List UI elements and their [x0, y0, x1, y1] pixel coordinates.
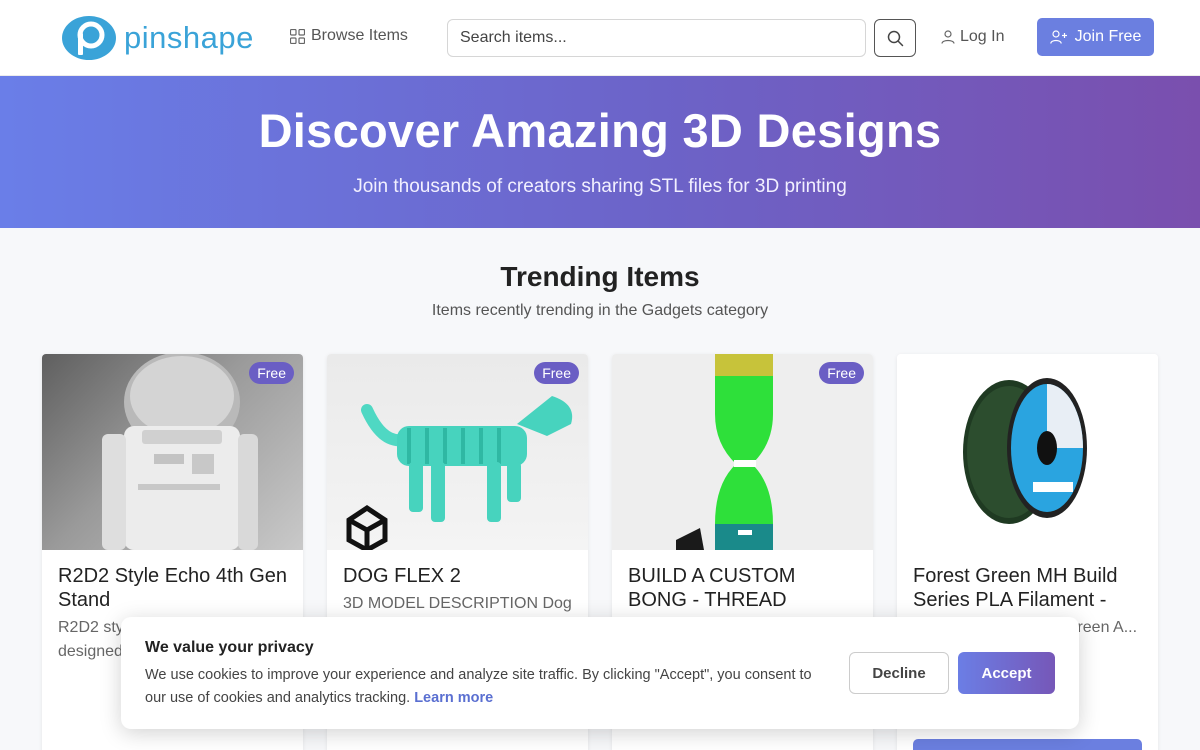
- accept-button[interactable]: Accept: [958, 652, 1055, 694]
- search-box: [447, 19, 866, 57]
- login-label: Log In: [960, 28, 1005, 45]
- user-icon: [941, 30, 955, 44]
- pinshape-logo[interactable]: pinshape: [62, 15, 254, 61]
- cookie-title: We value your privacy: [145, 639, 314, 656]
- pinshape-logo-icon: [62, 16, 116, 60]
- cookie-consent-banner: We value your privacy We use cookies to …: [121, 617, 1079, 729]
- join-free-label: Join Free: [1074, 28, 1142, 45]
- search-icon: [887, 30, 903, 46]
- browse-items-label: Browse Items: [311, 27, 408, 44]
- logo-text: pinshape: [124, 20, 254, 55]
- item-title[interactable]: BUILD A CUSTOM BONG - THREAD: [612, 550, 873, 612]
- cookie-text: We use cookies to improve your experienc…: [145, 664, 825, 710]
- item-description: 3D MODEL DESCRIPTION Dog: [343, 595, 572, 612]
- hero-banner: Discover Amazing 3D Designs Join thousan…: [0, 76, 1200, 228]
- free-badge: Free: [534, 362, 579, 384]
- grid-icon: [290, 28, 305, 44]
- trending-subtitle: Items recently trending in the Gadgets c…: [431, 302, 769, 319]
- search-input[interactable]: [448, 20, 865, 56]
- card-action-button[interactable]: [913, 739, 1142, 750]
- item-image[interactable]: Free: [612, 354, 873, 550]
- decline-button[interactable]: Decline: [849, 652, 949, 694]
- free-badge: Free: [249, 362, 294, 384]
- item-title[interactable]: R2D2 Style Echo 4th Gen Stand: [42, 550, 303, 612]
- login-link[interactable]: Log In: [941, 28, 1004, 46]
- filament-spool-image: [963, 378, 1087, 524]
- learn-more-link[interactable]: Learn more: [414, 690, 493, 706]
- search-button[interactable]: [874, 19, 916, 57]
- user-plus-icon: [1049, 30, 1067, 44]
- join-free-button[interactable]: Join Free: [1037, 18, 1154, 56]
- item-image[interactable]: [897, 354, 1158, 550]
- free-badge: Free: [819, 362, 864, 384]
- item-title[interactable]: Forest Green MH Build Series PLA Filamen…: [897, 550, 1158, 612]
- item-image[interactable]: Free: [42, 354, 303, 550]
- site-header: pinshape Browse Items Log In: [0, 0, 1200, 76]
- hero-title: Discover Amazing 3D Designs: [258, 104, 942, 157]
- trending-title: Trending Items: [500, 261, 700, 292]
- item-image[interactable]: Free: [327, 354, 588, 550]
- hero-subtitle: Join thousands of creators sharing STL f…: [353, 176, 847, 197]
- item-title[interactable]: DOG FLEX 2: [327, 550, 588, 588]
- browse-items-link[interactable]: Browse Items: [290, 27, 408, 45]
- item-description: [612, 612, 873, 616]
